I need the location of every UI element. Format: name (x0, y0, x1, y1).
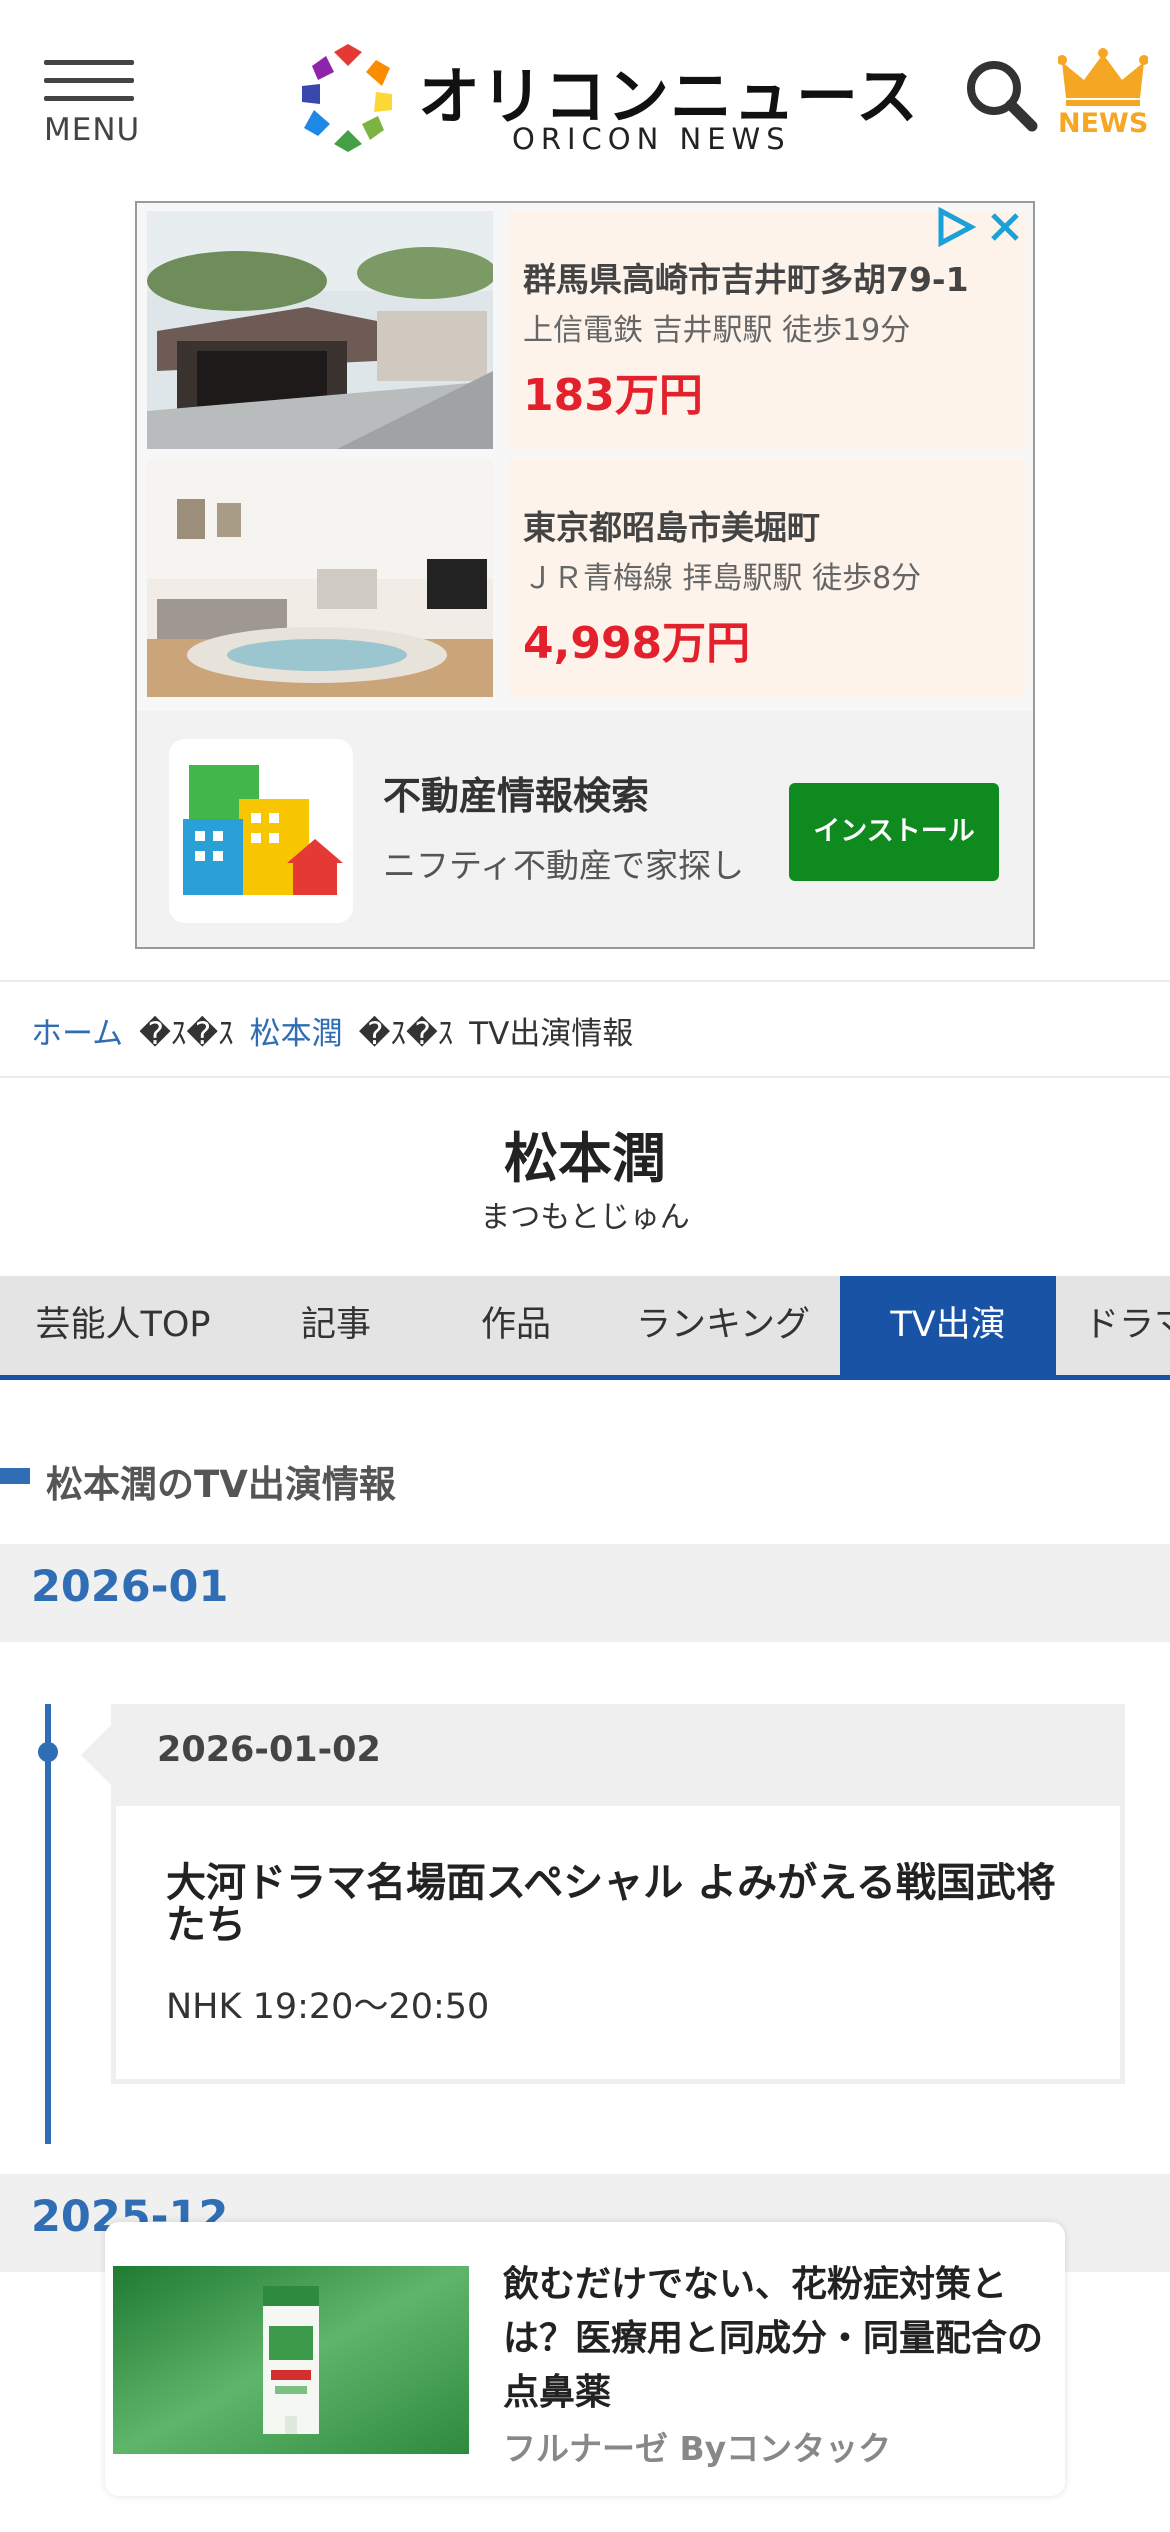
ad-app-title: 不動産情報検索 (383, 774, 650, 818)
hamburger-icon-bar (44, 78, 134, 83)
program-card[interactable]: 大河ドラマ名場面スペシャル よみがえる戦国武将たち NHK 19:20～20:5… (111, 1806, 1125, 2084)
listing-station: 上信電鉄 吉井駅駅 徒歩19分 (523, 313, 911, 348)
listing-price: 183万円 (523, 370, 703, 421)
news-label: NEWS (1058, 108, 1149, 139)
listing-price: 4,998万円 (523, 618, 751, 669)
search-icon (967, 61, 1038, 132)
news-button[interactable]: NEWS (1057, 48, 1149, 144)
tab-articles[interactable]: 記事 (246, 1276, 426, 1375)
breadcrumb: ホーム �ｽ�ｽ 松本潤 �ｽ�ｽ TV出演情報 (0, 980, 1170, 1078)
breadcrumb-separator: �ｽ�ｽ (139, 1016, 234, 1052)
listing-address: 群馬県高崎市吉井町多胡79-1 (523, 260, 969, 299)
sponsored-promo[interactable]: 飲むだけでない、花粉症対策とは？医療用と同成分・同量配合の点鼻薬 フルナーゼ B… (105, 2222, 1065, 2496)
profile-tabs: 芸能人TOP 記事 作品 ランキング TV出演 ドラマ (0, 1276, 1170, 1380)
living-room-photo (147, 459, 493, 697)
oricon-news-logo[interactable]: オリコンニュース ORICON NEWS (296, 42, 918, 160)
ad-listing[interactable]: 東京都昭島市美堀町 ＪＲ青梅線 拝島駅駅 徒歩8分 4,998万円 (147, 459, 1025, 697)
breadcrumb-person[interactable]: 松本潤 (250, 1016, 343, 1052)
date-pointer (81, 1725, 111, 1785)
ad-app-banner[interactable]: 不動産情報検索 ニフティ不動産で家探し インストール (137, 711, 1033, 947)
tab-top[interactable]: 芸能人TOP (0, 1276, 246, 1375)
timeline-line (45, 1704, 51, 2144)
breadcrumb-home[interactable]: ホーム (31, 1016, 123, 1052)
month-header: 2026-01 (0, 1544, 1170, 1642)
search-button[interactable] (964, 58, 1040, 134)
oricon-logo-icon (302, 44, 392, 152)
ad-choices[interactable] (935, 206, 1025, 249)
promo-image (113, 2266, 469, 2454)
tab-tv[interactable]: TV出演 (840, 1276, 1056, 1375)
listing-address: 東京都昭島市美堀町 (523, 508, 820, 547)
hamburger-icon-bar (44, 96, 134, 101)
ad-app-subtitle: ニフティ不動産で家探し (383, 846, 745, 885)
entry-date: 2026-01-02 (157, 1730, 381, 1770)
hamburger-icon (44, 60, 134, 65)
promo-brand: フルナーゼ Byコンタック (503, 2429, 892, 2468)
menu-label: MENU (44, 112, 141, 148)
promo-title: 飲むだけでない、花粉症対策とは？医療用と同成分・同量配合の点鼻薬 (503, 2264, 1044, 2413)
listing-info: 東京都昭島市美堀町 ＪＲ青梅線 拝島駅駅 徒歩8分 4,998万円 (509, 459, 1025, 697)
timeline-dot (38, 1742, 58, 1762)
adchoices-icon (938, 206, 1019, 248)
tab-ranking[interactable]: ランキング (606, 1276, 840, 1375)
building-app-icon (169, 739, 353, 923)
tab-drama[interactable]: ドラマ (1056, 1276, 1170, 1375)
site-header: MENU オリコンニュース ORICON NEWS NEWS (0, 0, 1170, 190)
entry-date-header: 2026-01-02 (111, 1704, 1125, 1806)
breadcrumb-current: TV出演情報 (469, 1016, 634, 1052)
listing-station: ＪＲ青梅線 拝島駅駅 徒歩8分 (523, 561, 922, 596)
menu-button[interactable]: MENU (44, 58, 141, 148)
month-label: 2026-01 (31, 1562, 229, 1612)
tab-works[interactable]: 作品 (426, 1276, 606, 1375)
logo-text-en: ORICON NEWS (512, 122, 791, 156)
section-heading: 松本潤のTV出演情報 (0, 1450, 1170, 1506)
breadcrumb-separator: �ｽ�ｽ (358, 1016, 454, 1052)
page-subtitle-kana: まつもとじゅん (480, 1200, 690, 1235)
program-channel-time: NHK 19:20～20:50 (166, 1987, 490, 2027)
page-title: 松本潤 (504, 1127, 666, 1190)
heading-accent (0, 1468, 30, 1484)
ad-listing[interactable]: 群馬県高崎市吉井町多胡79-1 上信電鉄 吉井駅駅 徒歩19分 183万円 (147, 211, 1025, 449)
section-heading-text: 松本潤のTV出演情報 (46, 1463, 396, 1506)
house-photo (147, 211, 493, 449)
crown-icon (1057, 48, 1149, 106)
install-button[interactable]: インストール (789, 783, 999, 881)
program-title: 大河ドラマ名場面スペシャル よみがえる戦国武将たち (166, 1860, 1056, 1948)
real-estate-ad[interactable]: 群馬県高崎市吉井町多胡79-1 上信電鉄 吉井駅駅 徒歩19分 183万円 東京… (135, 201, 1035, 949)
